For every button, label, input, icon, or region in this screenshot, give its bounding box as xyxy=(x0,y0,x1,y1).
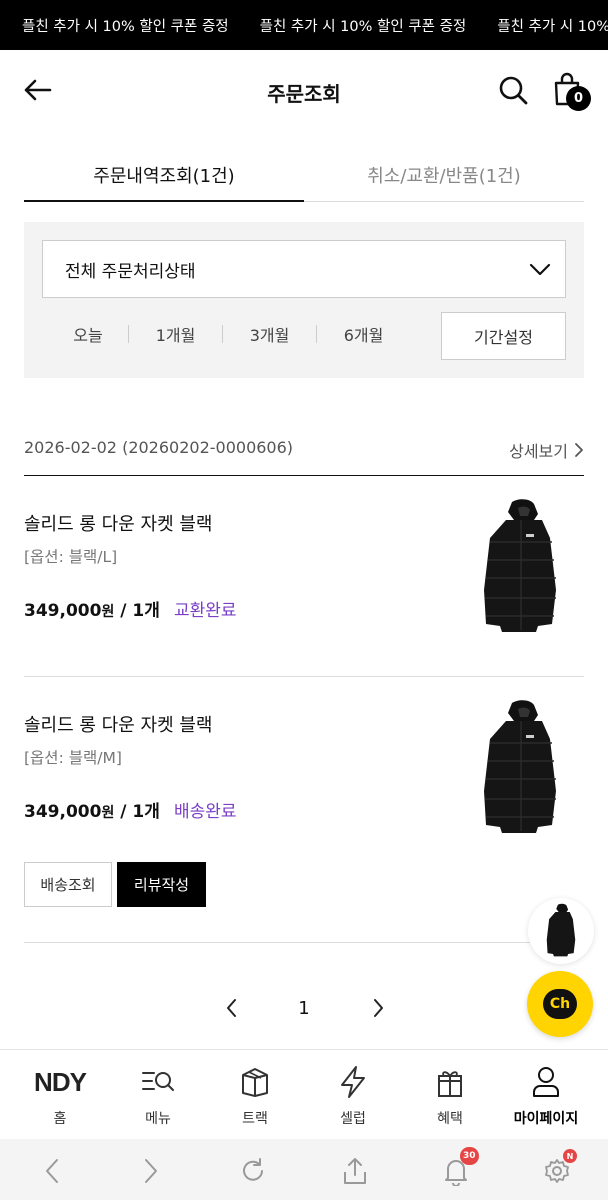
browser-toolbar: 30 N xyxy=(0,1139,608,1200)
price-value: 349,000 xyxy=(24,601,102,621)
order-item[interactable]: 솔리드 롱 다운 자켓 블랙 [옵션: 블랙/M] 349,000원 / 1개 … xyxy=(24,700,584,851)
settings-new-badge: N xyxy=(563,1149,577,1163)
box-icon xyxy=(205,1064,305,1100)
tab-order-history[interactable]: 주문내역조회(1건) xyxy=(24,148,304,202)
custom-period-button[interactable]: 기간설정 xyxy=(441,312,566,360)
period-6-months[interactable]: 6개월 xyxy=(317,322,410,346)
order-status-label: 교환완료 xyxy=(174,601,237,621)
product-name: 솔리드 롱 다운 자켓 블랙 xyxy=(24,715,213,736)
product-price: 349,000원 / 1개 xyxy=(24,797,160,822)
price-value: 349,000 xyxy=(24,802,102,822)
product-image xyxy=(546,903,576,957)
search-icon[interactable] xyxy=(497,74,529,106)
recent-product-thumbnail[interactable] xyxy=(528,898,594,964)
order-tabs: 주문내역조회(1건) 취소/교환/반품(1건) xyxy=(24,148,584,202)
period-today[interactable]: 오늘 xyxy=(48,322,128,346)
nav-menu[interactable]: 메뉴 xyxy=(108,1050,208,1140)
nav-label: 마이페이지 xyxy=(513,1111,579,1127)
logo-text: NDY xyxy=(34,1066,87,1097)
nav-celeb[interactable]: 셀럽 xyxy=(303,1050,403,1140)
period-options: 오늘 1개월 3개월 6개월 xyxy=(48,322,410,346)
period-1-month[interactable]: 1개월 xyxy=(129,322,222,346)
product-quantity: / 1개 xyxy=(114,601,160,621)
promo-banner[interactable]: 플친 추가 시 10% 할인 쿠폰 증정 플친 추가 시 10% 할인 쿠폰 증… xyxy=(0,0,608,50)
notification-count-badge: 30 xyxy=(460,1147,479,1165)
nav-track[interactable]: 트랙 xyxy=(205,1050,305,1140)
lightning-icon xyxy=(303,1064,403,1100)
page-header: 주문조회 0 xyxy=(0,50,608,130)
order-detail-link[interactable]: 상세보기 xyxy=(509,438,584,462)
chevron-down-icon xyxy=(529,263,551,276)
product-image[interactable] xyxy=(472,498,568,638)
order-date-number: 2026-02-02 (20260202-0000606) xyxy=(24,438,294,457)
nav-label: 홈 xyxy=(53,1111,67,1127)
product-price: 349,000원 / 1개 xyxy=(24,596,160,621)
order-status-value: 전체 주문처리상태 xyxy=(65,261,196,282)
product-quantity: / 1개 xyxy=(114,802,160,822)
page-number[interactable]: 1 xyxy=(0,998,608,1019)
refresh-icon[interactable] xyxy=(235,1153,271,1189)
product-option: [옵션: 블랙/L] xyxy=(24,548,118,566)
nav-label: 메뉴 xyxy=(145,1111,171,1127)
chevron-right-icon xyxy=(575,443,583,457)
product-image[interactable] xyxy=(472,699,568,839)
price-currency: 원 xyxy=(101,604,115,620)
nav-label: 트랙 xyxy=(242,1111,268,1127)
notification-bell-icon[interactable]: 30 xyxy=(438,1147,479,1189)
settings-gear-icon[interactable]: N xyxy=(539,1149,577,1189)
browser-back-icon[interactable] xyxy=(34,1153,70,1189)
nav-label: 혜택 xyxy=(437,1111,463,1127)
order-detail-label: 상세보기 xyxy=(509,442,568,461)
write-review-button[interactable]: 리뷰작성 xyxy=(117,862,206,907)
cart-count-badge: 0 xyxy=(566,86,591,111)
menu-search-icon xyxy=(108,1064,208,1100)
person-icon xyxy=(496,1064,596,1100)
product-name: 솔리드 롱 다운 자켓 블랙 xyxy=(24,514,213,535)
order-filter: 전체 주문처리상태 오늘 1개월 3개월 6개월 기간설정 xyxy=(24,222,584,378)
tab-cancel-exchange-return[interactable]: 취소/교환/반품(1건) xyxy=(304,148,584,202)
divider xyxy=(24,942,584,943)
chevron-right-icon[interactable] xyxy=(366,996,390,1020)
order-header: 2026-02-02 (20260202-0000606) 상세보기 xyxy=(24,430,584,476)
period-3-months[interactable]: 3개월 xyxy=(223,322,316,346)
bottom-navigation: NDY 홈 메뉴 트랙 셀럽 혜택 마이페이지 xyxy=(0,1049,608,1139)
nav-benefits[interactable]: 혜택 xyxy=(400,1050,500,1140)
track-delivery-button[interactable]: 배송조회 xyxy=(24,862,112,907)
ndy-logo: NDY xyxy=(10,1064,110,1100)
share-icon[interactable] xyxy=(337,1153,373,1189)
banner-message: 플친 추가 시 10% 할인 쿠폰 증정 xyxy=(22,18,229,35)
nav-home[interactable]: NDY 홈 xyxy=(10,1050,110,1140)
price-currency: 원 xyxy=(101,805,115,821)
pagination: 1 xyxy=(0,992,608,1028)
order-status-label: 배송완료 xyxy=(174,802,237,822)
nav-mypage[interactable]: 마이페이지 xyxy=(496,1050,596,1140)
gift-icon xyxy=(400,1064,500,1100)
product-option: [옵션: 블랙/M] xyxy=(24,749,122,767)
nav-label: 셀럽 xyxy=(340,1111,366,1127)
banner-message: 플친 추가 시 10% 할인 쿠폰 증정 xyxy=(259,18,467,35)
banner-message: 플친 추가 시 10% 할인 쿠폰 증정 xyxy=(497,18,608,35)
browser-forward-icon[interactable] xyxy=(133,1153,169,1189)
divider xyxy=(24,676,584,677)
order-item[interactable]: 솔리드 롱 다운 자켓 블랙 [옵션: 블랙/L] 349,000원 / 1개 … xyxy=(24,499,584,650)
cart-button[interactable]: 0 xyxy=(550,70,594,114)
order-status-select[interactable]: 전체 주문처리상태 xyxy=(42,240,566,298)
